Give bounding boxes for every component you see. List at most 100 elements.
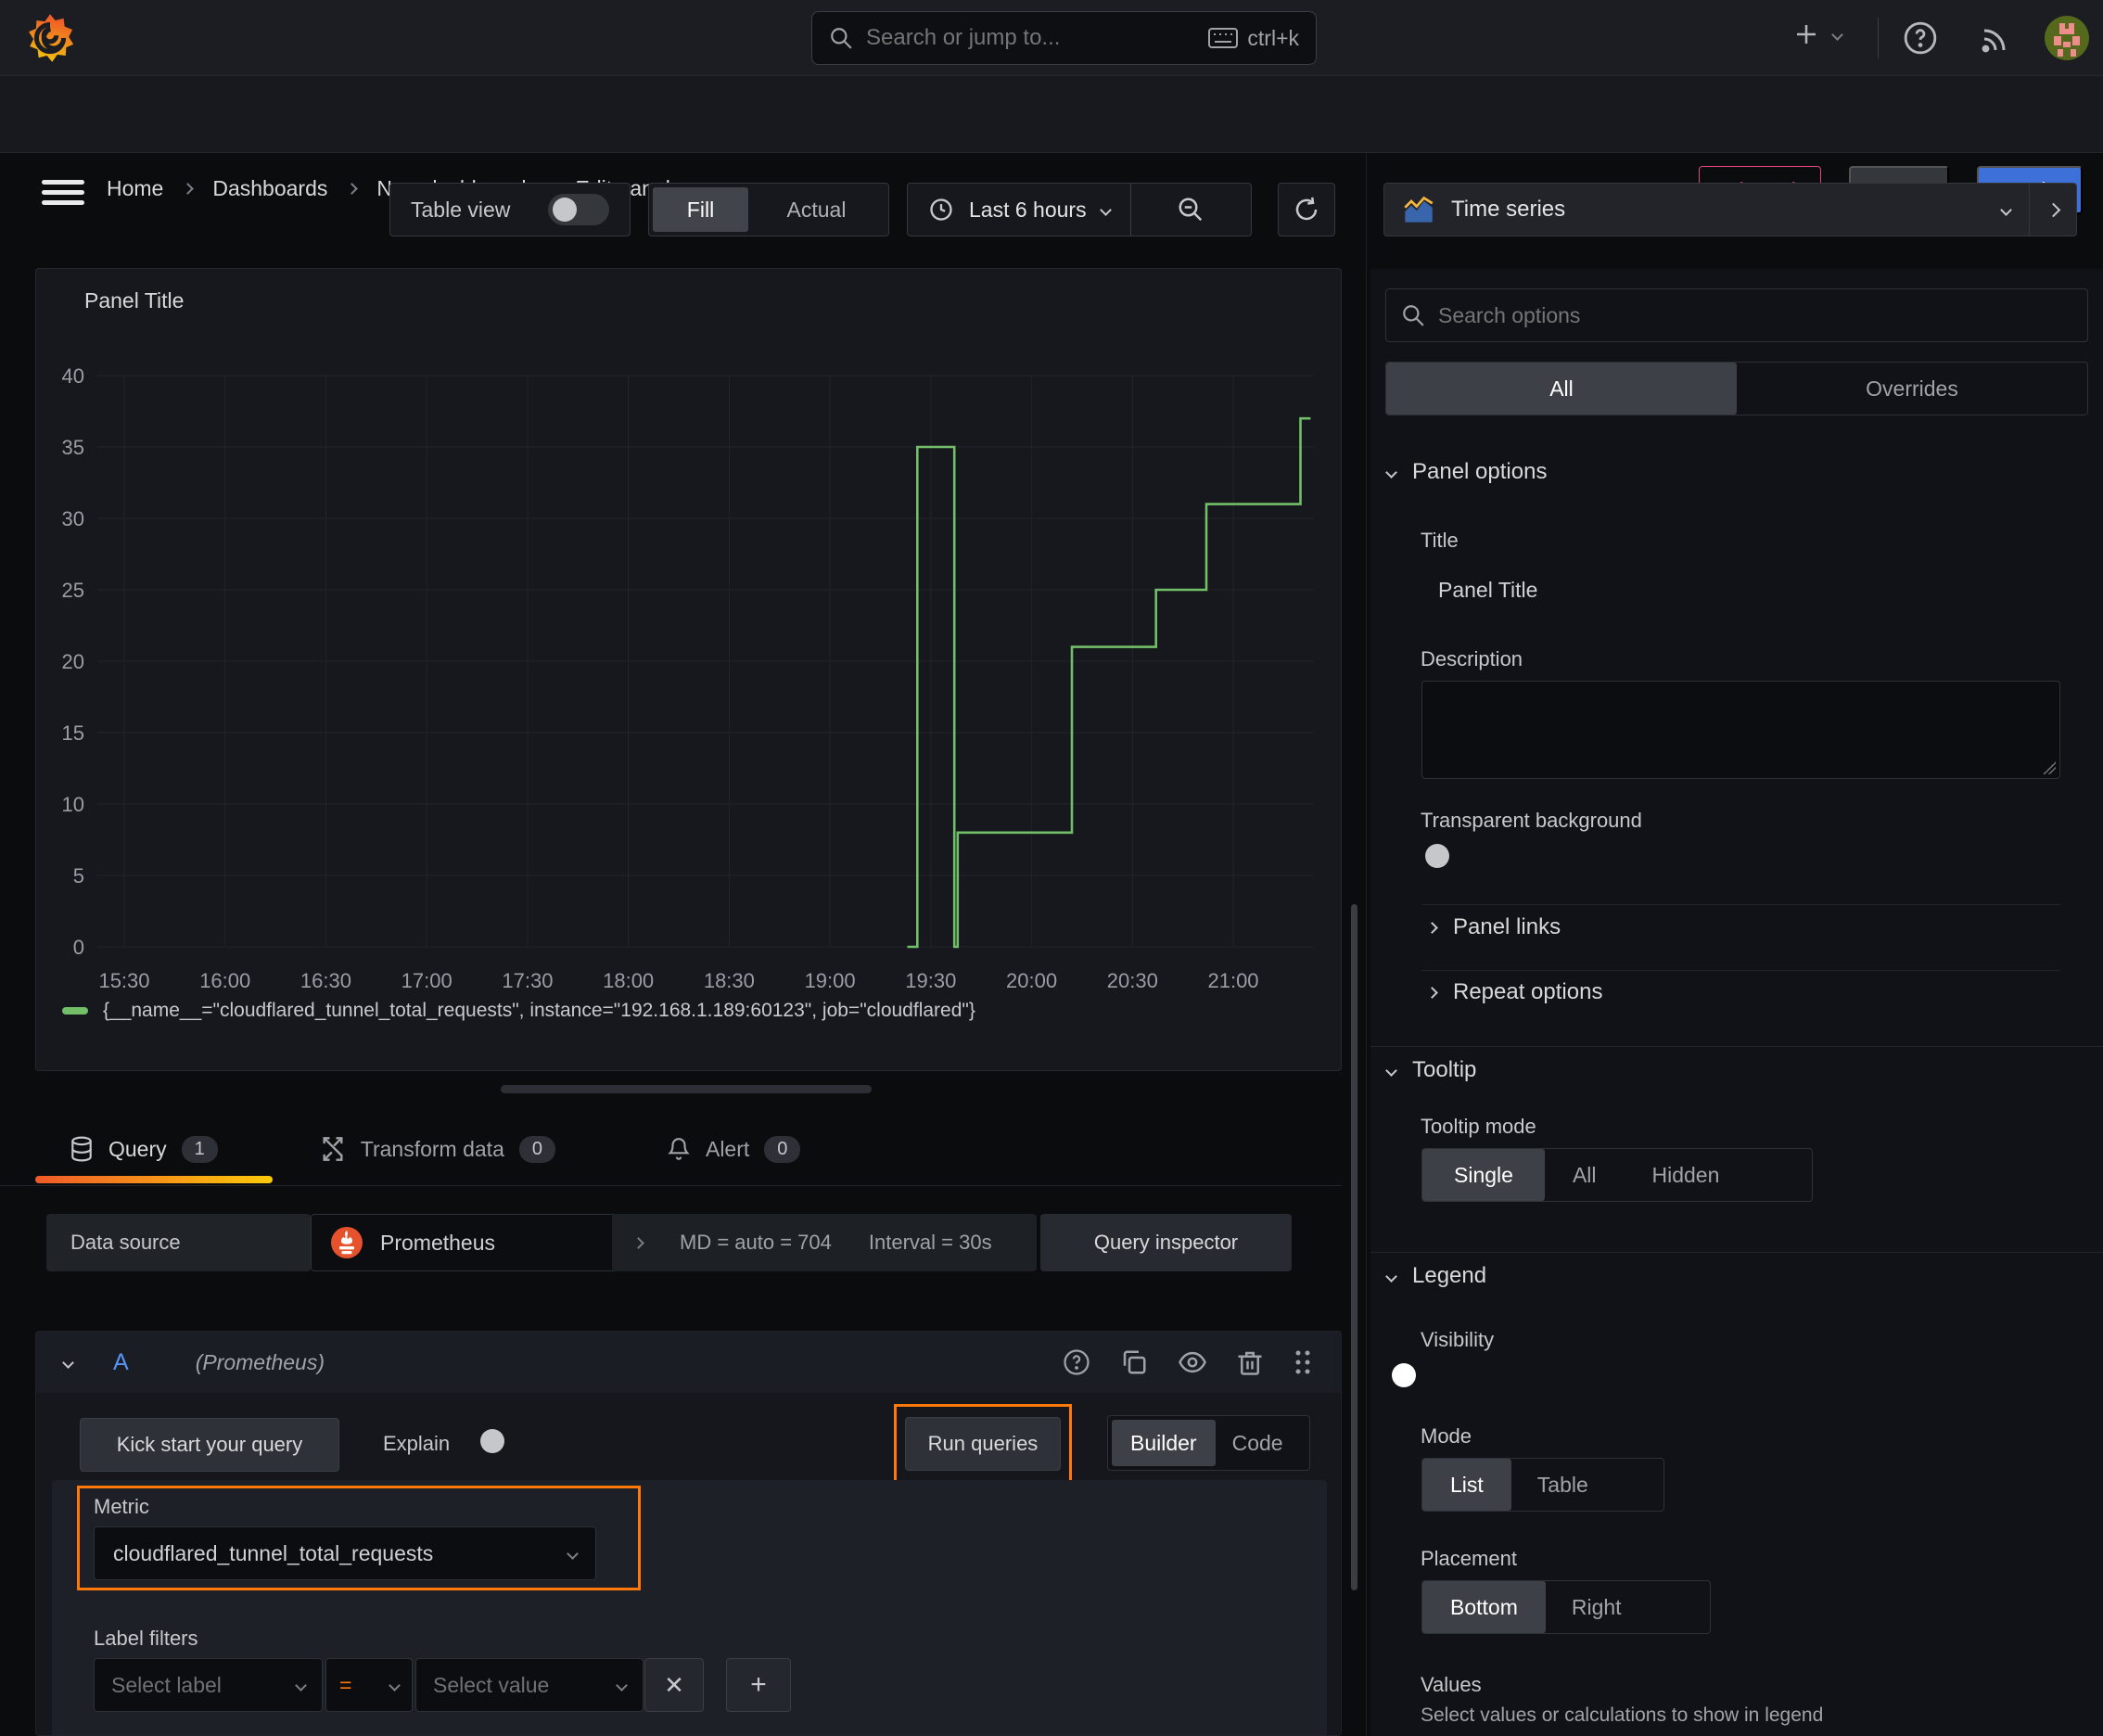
collapse-query-icon[interactable] (62, 1356, 74, 1369)
metric-select[interactable]: cloudflared_tunnel_total_requests (94, 1526, 596, 1580)
time-series-chart[interactable]: 0 5 10 15 20 25 30 35 40 15:30 16:00 16:30 17:00 17:3… (36, 269, 1341, 1072)
panel-options-section[interactable]: Panel options (1385, 459, 1548, 485)
visualization-picker[interactable]: Time series (1383, 183, 2077, 236)
kickstart-query-button[interactable]: Kick start your query (80, 1418, 339, 1472)
tooltip-mode-hidden[interactable]: Hidden (1625, 1149, 1748, 1201)
vertical-scrollbar[interactable] (1351, 904, 1357, 1590)
breadcrumb-dashboards[interactable]: Dashboards (212, 176, 327, 201)
hide-query-icon[interactable] (1178, 1348, 1207, 1376)
query-row-header[interactable]: A (Prometheus) (36, 1332, 1341, 1393)
chart-panel[interactable]: Panel Title 0 5 10 15 20 25 30 35 40 15:30 16:00 16… (35, 268, 1342, 1071)
topbar-divider (1878, 18, 1879, 58)
query-help-icon[interactable] (1063, 1348, 1090, 1376)
code-option[interactable]: Code (1216, 1420, 1300, 1466)
delete-query-icon[interactable] (1237, 1348, 1263, 1376)
query-options-summary[interactable]: MD = auto = 704 Interval = 30s (612, 1214, 1037, 1271)
pane-separator (1366, 153, 1367, 1736)
news-rss-icon[interactable] (1979, 22, 2012, 56)
grafana-logo-icon[interactable] (24, 12, 76, 64)
add-menu-button[interactable] (1792, 20, 1843, 48)
chevron-down-icon (2000, 203, 2012, 216)
avatar[interactable] (2045, 16, 2089, 60)
tab-query[interactable]: Query 1 (70, 1135, 218, 1163)
fill-option[interactable]: Fill (653, 187, 748, 232)
description-label: Description (1421, 647, 1523, 670)
search-input[interactable] (866, 25, 1196, 51)
breadcrumb-home[interactable]: Home (107, 176, 163, 201)
legend-mode-switch: List Table (1421, 1458, 1664, 1512)
legend-placement-right[interactable]: Right (1546, 1581, 1648, 1633)
select-label-dropdown[interactable]: Select label (94, 1658, 323, 1712)
tab-overrides[interactable]: Overrides (1737, 363, 2087, 415)
series-label[interactable]: {__name__="cloudflared_tunnel_total_requ… (103, 1000, 975, 1022)
tab-query-count: 1 (181, 1135, 218, 1163)
legend-section[interactable]: Legend (1385, 1263, 1486, 1289)
tooltip-mode-label: Tooltip mode (1421, 1115, 1536, 1138)
query-editor-card: A (Prometheus) Kick start your query Exp… (35, 1331, 1342, 1736)
select-value-dropdown[interactable]: Select value (415, 1658, 644, 1712)
options-search[interactable] (1385, 288, 2088, 342)
run-queries-button[interactable]: Run queries (905, 1417, 1061, 1471)
svg-text:18:00: 18:00 (603, 969, 654, 992)
options-search-input[interactable] (1438, 302, 2072, 328)
datasource-label: Data source (46, 1214, 311, 1271)
resize-handle[interactable] (501, 1085, 872, 1093)
operator-dropdown[interactable]: = (325, 1658, 413, 1712)
help-icon[interactable] (1903, 20, 1938, 56)
legend-mode-list[interactable]: List (1422, 1459, 1511, 1511)
expand-viz-options-button[interactable] (2030, 184, 2076, 236)
svg-text:0: 0 (73, 936, 84, 959)
panel-options-header: Panel options (1412, 459, 1548, 484)
description-textarea[interactable] (1421, 681, 2060, 779)
zoom-out-button[interactable] (1131, 196, 1251, 223)
tab-alert[interactable]: Alert 0 (667, 1135, 801, 1163)
legend-values-label: Values (1421, 1673, 1482, 1696)
tooltip-mode-single[interactable]: Single (1422, 1149, 1545, 1201)
menu-icon[interactable] (42, 180, 84, 206)
svg-text:17:30: 17:30 (502, 969, 553, 992)
datasource-row: Data source Prometheus MD = auto = 704 I… (0, 1214, 1342, 1271)
panel-links-section[interactable]: Panel links (1426, 914, 1561, 940)
tab-alert-label: Alert (705, 1136, 750, 1161)
chart-legend[interactable]: {__name__="cloudflared_tunnel_total_requ… (62, 1000, 975, 1022)
svg-text:15: 15 (62, 721, 84, 745)
panel-links-header: Panel links (1453, 914, 1561, 939)
builder-code-switch: Builder Code (1107, 1415, 1310, 1471)
time-range-picker[interactable]: Last 6 hours (908, 184, 1130, 236)
series-color-dash (62, 1007, 88, 1015)
transform-icon (320, 1136, 346, 1162)
tab-transform-data[interactable]: Transform data 0 (320, 1135, 555, 1163)
visualization-label: Time series (1451, 197, 1566, 222)
actual-option[interactable]: Actual (748, 187, 885, 232)
duplicate-query-icon[interactable] (1120, 1348, 1148, 1376)
chevron-right-icon (1426, 986, 1438, 999)
builder-option[interactable]: Builder (1112, 1420, 1216, 1466)
refresh-button[interactable] (1278, 183, 1335, 236)
table-view-toggle[interactable] (548, 194, 609, 225)
query-inspector-button[interactable]: Query inspector (1040, 1214, 1292, 1271)
repeat-options-section[interactable]: Repeat options (1426, 979, 1602, 1005)
search-icon (829, 26, 853, 50)
keyboard-icon (1208, 28, 1239, 48)
tooltip-section[interactable]: Tooltip (1385, 1057, 1476, 1083)
tooltip-mode-all[interactable]: All (1545, 1149, 1625, 1201)
tab-all[interactable]: All (1386, 363, 1737, 415)
chevron-right-icon (632, 1236, 644, 1249)
remove-filter-button[interactable]: ✕ (644, 1658, 704, 1712)
operator-value: = (339, 1672, 352, 1697)
svg-text:40: 40 (62, 364, 84, 388)
global-search[interactable]: ctrl+k (811, 11, 1317, 65)
legend-placement-bottom[interactable]: Bottom (1422, 1581, 1546, 1633)
all-overrides-tabs: All Overrides (1385, 362, 2088, 415)
add-filter-button[interactable]: + (726, 1658, 791, 1712)
resize-corner-icon[interactable] (2043, 761, 2056, 774)
chevron-down-icon (389, 1679, 401, 1691)
explain-label: Explain (383, 1432, 451, 1455)
drag-handle-icon[interactable] (1293, 1348, 1313, 1376)
chevron-down-icon (1385, 1270, 1397, 1283)
legend-mode-table[interactable]: Table (1511, 1459, 1614, 1511)
panel-title-input[interactable] (1421, 562, 2060, 618)
tab-query-label: Query (108, 1136, 167, 1161)
fill-actual-switch: Fill Actual (648, 183, 889, 236)
bell-icon (667, 1136, 691, 1162)
